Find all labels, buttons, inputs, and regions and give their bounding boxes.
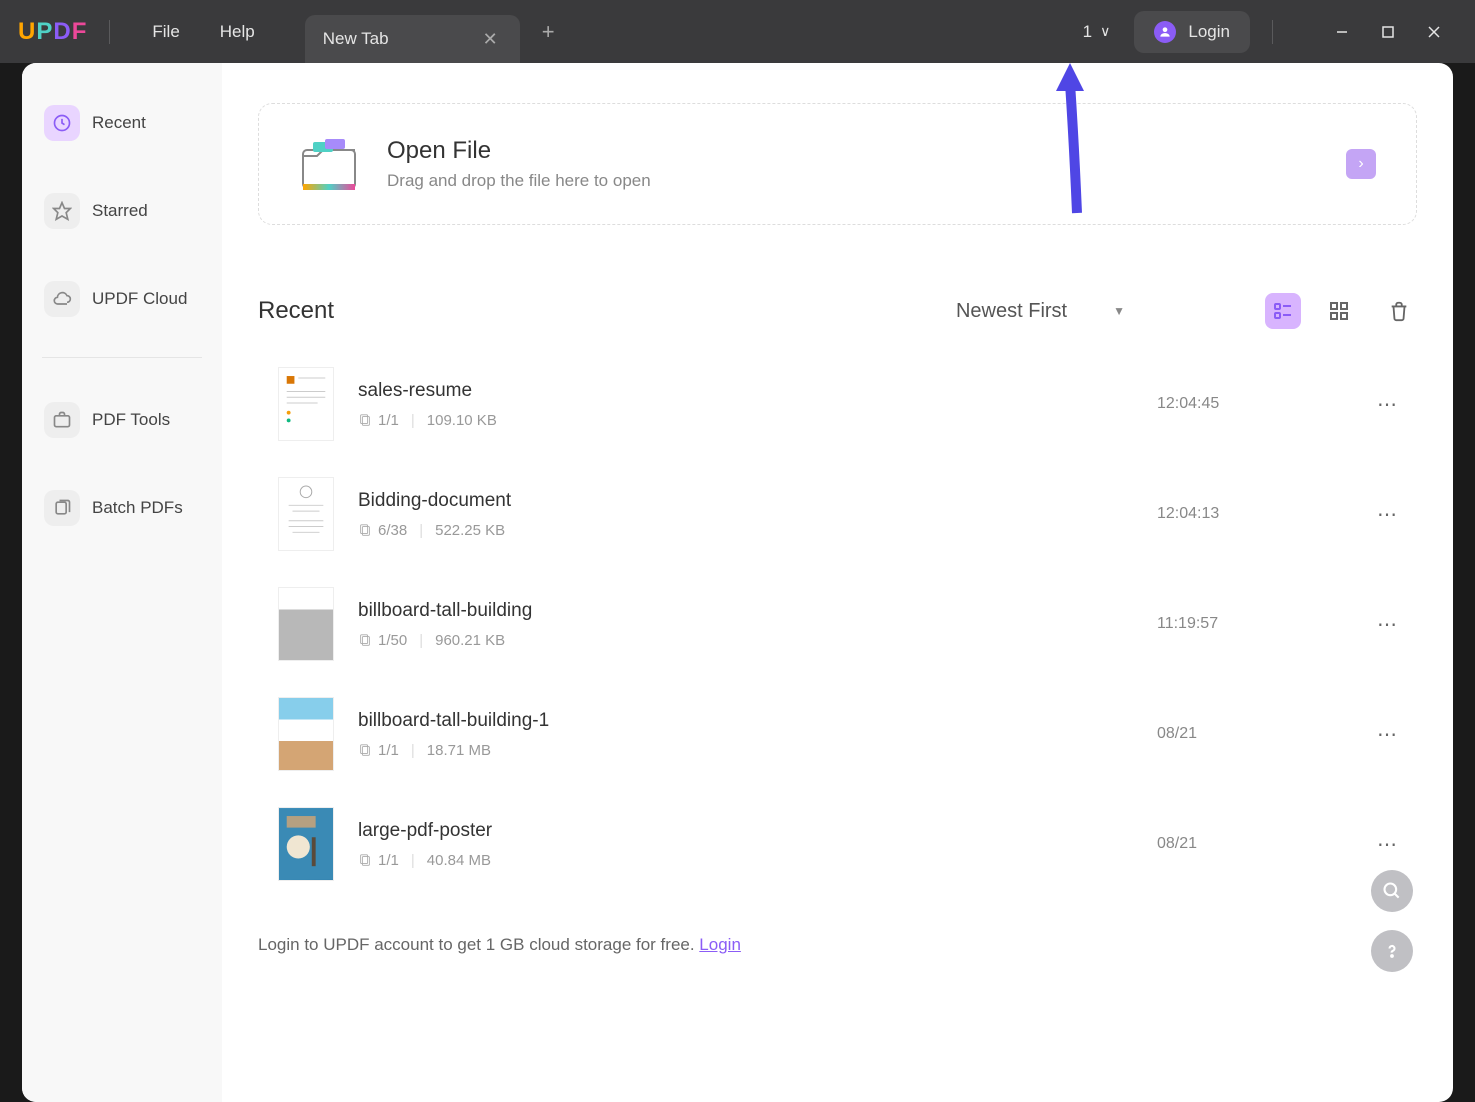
clock-icon xyxy=(44,105,80,141)
file-time: 12:04:45 xyxy=(1157,395,1357,413)
file-row[interactable]: billboard-tall-building 1/50 | 960.21 KB… xyxy=(258,569,1417,679)
trash-button[interactable] xyxy=(1381,293,1417,329)
list-view-button[interactable] xyxy=(1265,293,1301,329)
sidebar-item-recent[interactable]: Recent xyxy=(34,93,210,153)
file-time: 08/21 xyxy=(1157,725,1357,743)
star-icon xyxy=(44,193,80,229)
pages-icon xyxy=(358,633,372,647)
chevron-right-icon[interactable]: › xyxy=(1346,149,1376,179)
recent-heading: Recent xyxy=(258,297,334,325)
file-row[interactable]: Bidding-document 6/38 | 522.25 KB 12:04:… xyxy=(258,459,1417,569)
close-tab-icon[interactable]: ✕ xyxy=(479,25,502,54)
more-icon[interactable]: ⋯ xyxy=(1357,502,1397,527)
sidebar: Recent Starred UPDF Cloud PDF Tools Bat xyxy=(22,63,222,1102)
open-file-title: Open File xyxy=(387,137,651,165)
stack-icon xyxy=(44,490,80,526)
file-time: 08/21 xyxy=(1157,835,1357,853)
cloud-icon xyxy=(44,281,80,317)
add-tab-button[interactable]: + xyxy=(538,15,559,49)
sidebar-item-batch[interactable]: Batch PDFs xyxy=(34,478,210,538)
login-label: Login xyxy=(1188,22,1230,42)
file-pages: 1/1 xyxy=(378,742,399,759)
login-button[interactable]: Login xyxy=(1134,11,1250,53)
more-icon[interactable]: ⋯ xyxy=(1357,612,1397,637)
file-name: billboard-tall-building xyxy=(358,600,1157,622)
file-size: 522.25 KB xyxy=(435,522,505,539)
file-name: billboard-tall-building-1 xyxy=(358,710,1157,732)
file-time: 12:04:13 xyxy=(1157,505,1357,523)
file-thumbnail xyxy=(278,587,334,661)
sidebar-divider xyxy=(42,357,202,358)
sidebar-item-label: PDF Tools xyxy=(92,410,170,430)
sidebar-item-pdf-tools[interactable]: PDF Tools xyxy=(34,390,210,450)
main-content: Open File Drag and drop the file here to… xyxy=(222,63,1453,1102)
pages-icon xyxy=(358,743,372,757)
close-window-button[interactable] xyxy=(1411,12,1457,52)
sidebar-item-label: Batch PDFs xyxy=(92,498,183,518)
file-thumbnail xyxy=(278,367,334,441)
banner-login-link[interactable]: Login xyxy=(699,935,741,954)
file-name: Bidding-document xyxy=(358,490,1157,512)
help-float-button[interactable] xyxy=(1371,930,1413,972)
briefcase-icon xyxy=(44,402,80,438)
file-row[interactable]: billboard-tall-building-1 1/1 | 18.71 MB… xyxy=(258,679,1417,789)
divider xyxy=(1272,20,1273,44)
login-banner: Login to UPDF account to get 1 GB cloud … xyxy=(258,917,1417,973)
divider xyxy=(109,20,110,44)
titlebar: UPDF File Help New Tab ✕ + 1 ∨ Login xyxy=(0,0,1475,63)
sort-label: Newest First xyxy=(956,300,1067,323)
open-file-hint: Drag and drop the file here to open xyxy=(387,171,651,191)
grid-view-button[interactable] xyxy=(1321,293,1357,329)
maximize-button[interactable] xyxy=(1365,12,1411,52)
avatar-icon xyxy=(1154,21,1176,43)
pages-icon xyxy=(358,853,372,867)
sidebar-item-label: Recent xyxy=(92,113,146,133)
file-pages: 1/1 xyxy=(378,852,399,869)
pages-icon xyxy=(358,523,372,537)
folder-icon xyxy=(299,136,359,192)
tab-title: New Tab xyxy=(323,29,389,49)
file-pages: 1/1 xyxy=(378,412,399,429)
more-icon[interactable]: ⋯ xyxy=(1357,832,1397,857)
file-row[interactable]: large-pdf-poster 1/1 | 40.84 MB 08/21 ⋯ xyxy=(258,789,1417,899)
search-float-button[interactable] xyxy=(1371,870,1413,912)
sidebar-item-label: Starred xyxy=(92,201,148,221)
window-counter[interactable]: 1 xyxy=(1083,22,1092,42)
sidebar-item-label: UPDF Cloud xyxy=(92,289,187,309)
sidebar-item-starred[interactable]: Starred xyxy=(34,181,210,241)
help-menu[interactable]: Help xyxy=(200,14,275,50)
chevron-down-icon[interactable]: ∨ xyxy=(1100,23,1110,40)
file-row[interactable]: sales-resume 1/1 | 109.10 KB 12:04:45 ⋯ xyxy=(258,349,1417,459)
file-pages: 1/50 xyxy=(378,632,407,649)
file-size: 18.71 MB xyxy=(427,742,491,759)
file-menu[interactable]: File xyxy=(132,14,199,50)
more-icon[interactable]: ⋯ xyxy=(1357,392,1397,417)
banner-text: Login to UPDF account to get 1 GB cloud … xyxy=(258,935,699,954)
app-logo: UPDF xyxy=(18,18,87,46)
file-name: sales-resume xyxy=(358,380,1157,402)
file-name: large-pdf-poster xyxy=(358,820,1157,842)
file-list: sales-resume 1/1 | 109.10 KB 12:04:45 ⋯ … xyxy=(258,349,1417,899)
minimize-button[interactable] xyxy=(1319,12,1365,52)
file-size: 960.21 KB xyxy=(435,632,505,649)
sidebar-item-cloud[interactable]: UPDF Cloud xyxy=(34,269,210,329)
file-thumbnail xyxy=(278,697,334,771)
file-thumbnail xyxy=(278,807,334,881)
pages-icon xyxy=(358,413,372,427)
sort-dropdown[interactable]: Newest First ▼ xyxy=(956,300,1125,323)
file-size: 40.84 MB xyxy=(427,852,491,869)
open-file-dropzone[interactable]: Open File Drag and drop the file here to… xyxy=(258,103,1417,225)
dropdown-icon: ▼ xyxy=(1113,304,1125,318)
file-thumbnail xyxy=(278,477,334,551)
file-time: 11:19:57 xyxy=(1157,615,1357,633)
tab[interactable]: New Tab ✕ xyxy=(305,15,520,63)
file-pages: 6/38 xyxy=(378,522,407,539)
more-icon[interactable]: ⋯ xyxy=(1357,722,1397,747)
file-size: 109.10 KB xyxy=(427,412,497,429)
